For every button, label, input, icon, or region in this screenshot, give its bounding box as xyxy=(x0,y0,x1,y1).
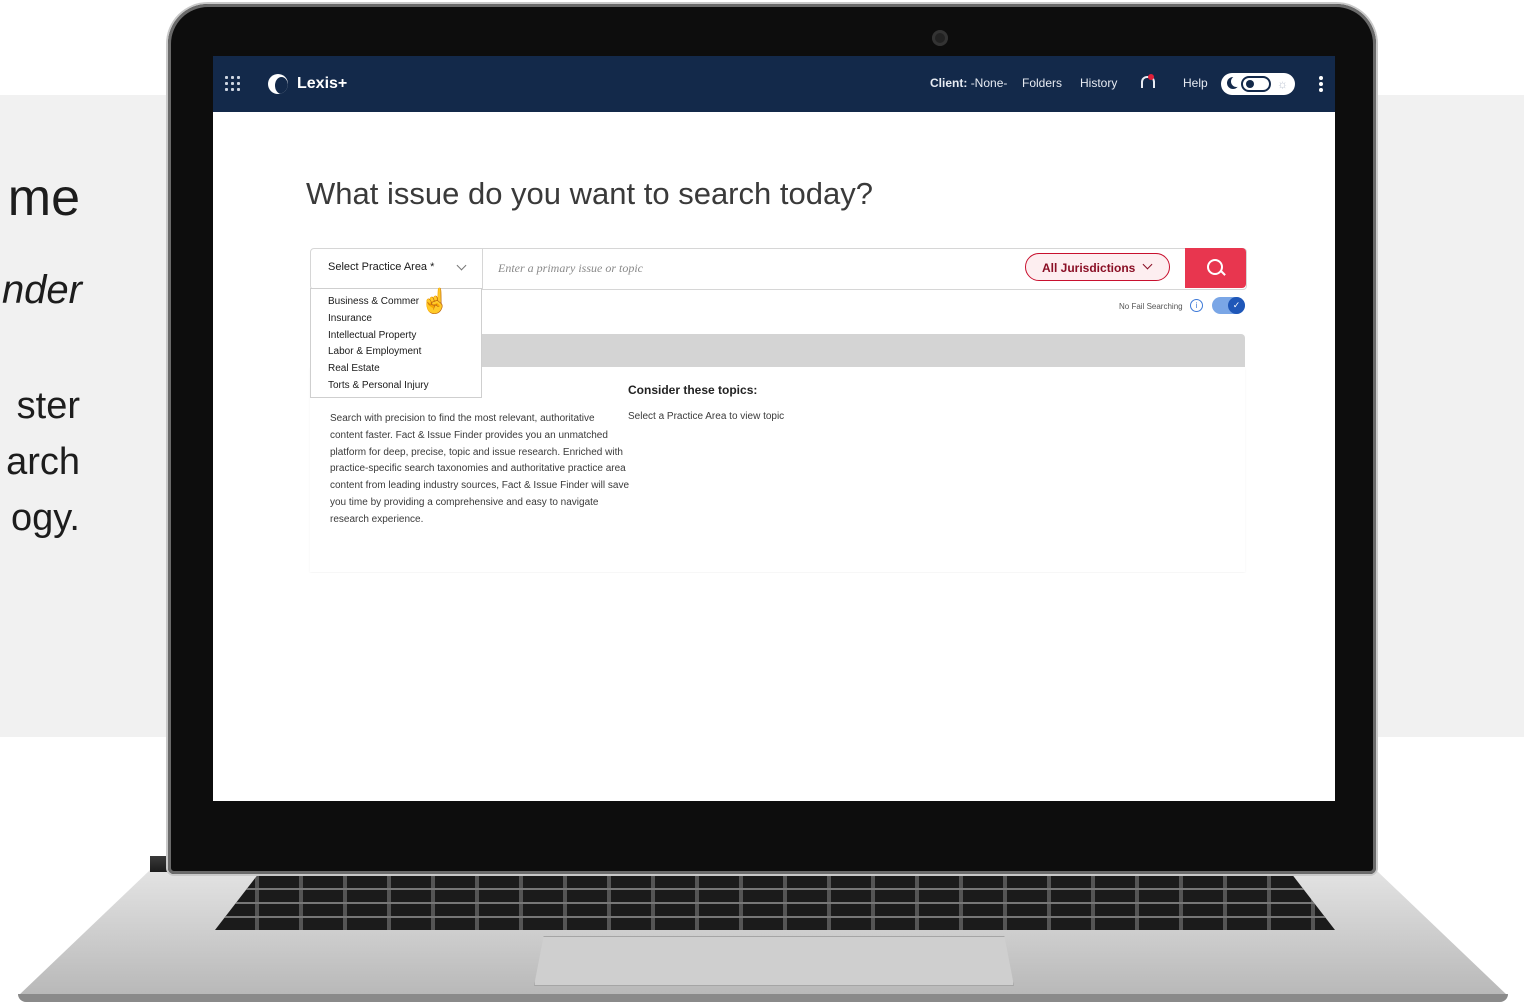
chevron-down-icon xyxy=(456,260,467,271)
empty-area xyxy=(213,573,1335,801)
brand-name[interactable]: Lexis+ xyxy=(297,75,347,93)
dropdown-option[interactable]: Insurance xyxy=(328,311,481,328)
jurisdiction-label: All Jurisdictions xyxy=(1042,261,1136,275)
moon-icon xyxy=(1227,76,1242,89)
dropdown-option[interactable]: Real Estate xyxy=(328,361,481,378)
nav-history[interactable]: History xyxy=(1080,76,1117,90)
search-icon xyxy=(1207,259,1223,275)
dropdown-option[interactable]: Torts & Personal Injury xyxy=(328,378,481,395)
client-value: -None- xyxy=(970,76,1008,90)
promo-line: arch xyxy=(6,441,80,483)
search-bar: Select Practice Area * All Jurisdictions xyxy=(310,248,1247,290)
laptop-base-edge xyxy=(18,994,1508,1002)
lexis-logo-icon[interactable] xyxy=(268,74,288,94)
search-button[interactable] xyxy=(1185,248,1246,288)
chevron-down-icon xyxy=(1142,259,1153,270)
info-icon[interactable]: i xyxy=(1190,299,1203,312)
consider-heading: Consider these topics: xyxy=(628,383,758,397)
promo-body: ster arch ogy. xyxy=(6,378,80,546)
nav-folders[interactable]: Folders xyxy=(1022,76,1062,90)
practice-area-label: Select Practice Area * xyxy=(328,261,435,273)
jurisdiction-button[interactable]: All Jurisdictions xyxy=(1025,253,1170,281)
nav-help[interactable]: Help xyxy=(1183,76,1208,90)
camera-icon xyxy=(932,30,948,46)
kebab-icon[interactable] xyxy=(1319,76,1323,92)
app-screen: Lexis+ Client: -None- Folders History He… xyxy=(213,56,1335,801)
practice-area-dropdown: Business & Commer Insurance Intellectual… xyxy=(310,288,482,398)
topic-hint: Select a Practice Area to view topic xyxy=(628,411,785,422)
client-selector[interactable]: Client: -None- xyxy=(930,76,1007,90)
bell-icon[interactable] xyxy=(1139,74,1155,90)
client-label: Client: xyxy=(930,76,968,90)
promo-title: me xyxy=(7,169,80,227)
practice-area-select[interactable]: Select Practice Area * xyxy=(311,249,483,289)
laptop-trackpad xyxy=(534,936,1014,986)
hand-cursor-icon: ☝ xyxy=(420,288,450,315)
apps-grid-icon[interactable] xyxy=(225,76,241,92)
laptop-keyboard xyxy=(215,872,1335,930)
dropdown-option[interactable]: Business & Commer xyxy=(328,294,481,311)
toggle-track xyxy=(1241,76,1271,92)
dropdown-option[interactable]: Labor & Employment xyxy=(328,344,481,361)
promo-line: ster xyxy=(16,385,80,427)
top-navigation-bar: Lexis+ Client: -None- Folders History He… xyxy=(213,56,1335,112)
dropdown-option[interactable]: Intellectual Property xyxy=(328,328,481,345)
no-fail-toggle[interactable]: ✓ xyxy=(1212,297,1245,314)
promo-line: ogy. xyxy=(10,497,80,539)
no-fail-label: No Fail Searching xyxy=(1119,302,1183,311)
page-title: What issue do you want to search today? xyxy=(306,176,873,211)
checkmark-icon: ✓ xyxy=(1228,297,1245,314)
theme-toggle[interactable]: ☼ xyxy=(1221,73,1295,95)
sun-icon: ☼ xyxy=(1277,77,1288,91)
description-text: Search with precision to find the most r… xyxy=(330,413,630,525)
promo-subtitle: nder xyxy=(1,268,82,312)
issue-search-input[interactable] xyxy=(483,249,1033,287)
